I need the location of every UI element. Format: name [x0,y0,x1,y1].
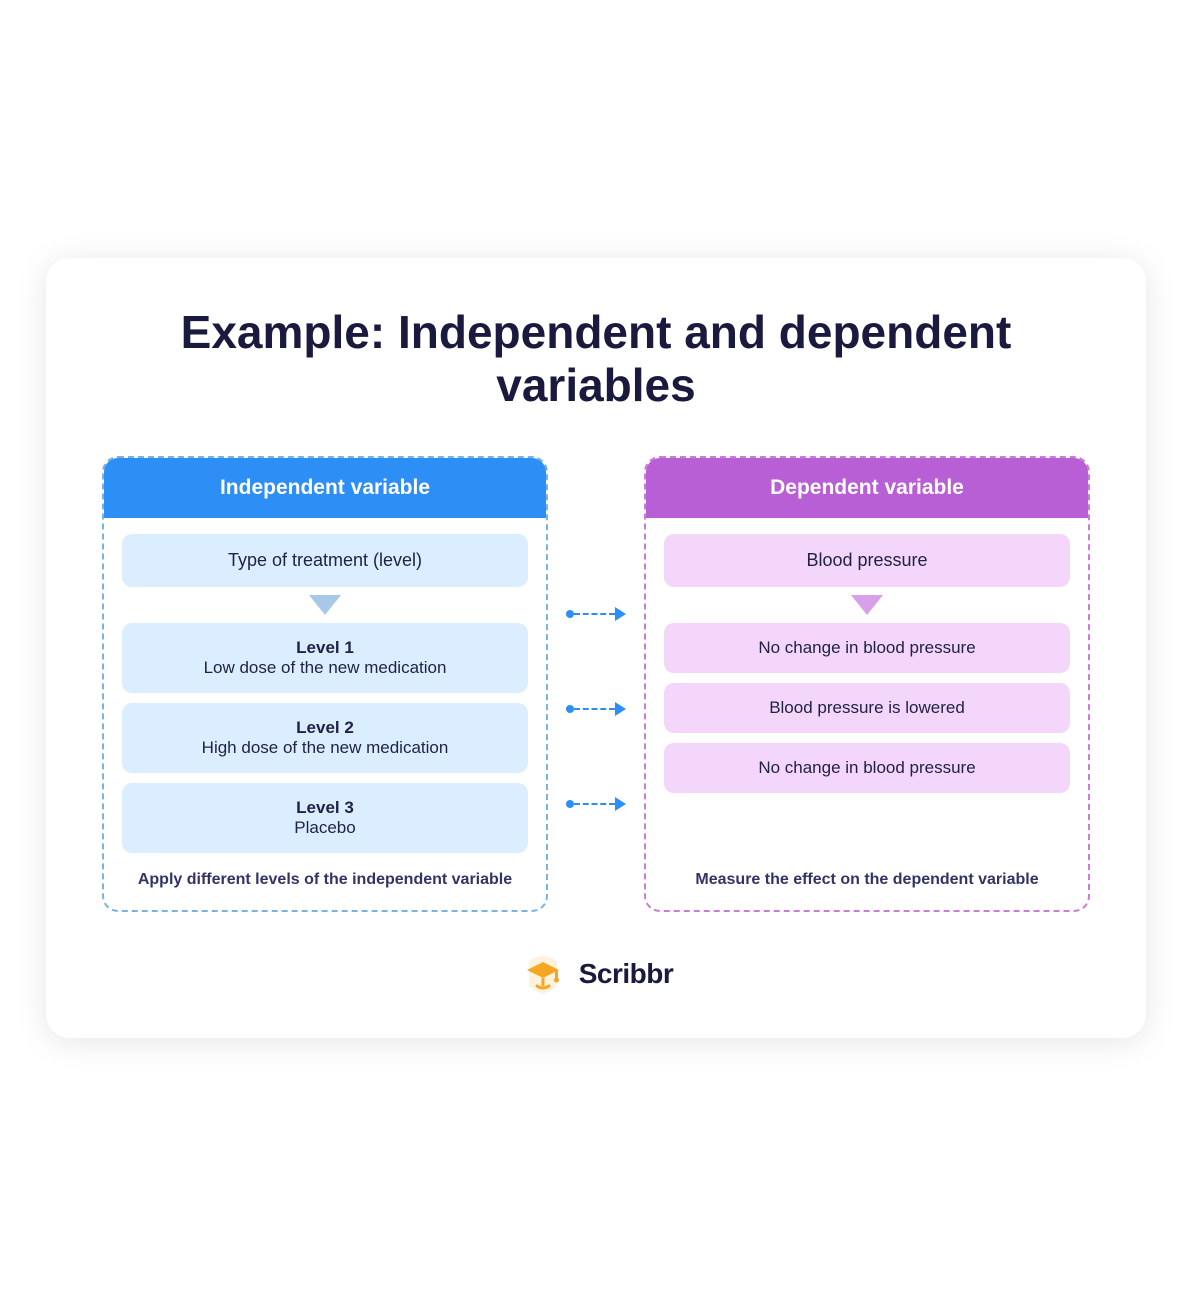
arrowhead-2 [615,702,626,716]
dot-2 [566,705,574,713]
scribbr-logo-icon [519,950,567,998]
result-3-box: No change in blood pressure [664,743,1070,793]
dot-3 [566,800,574,808]
level-2-box: Level 2 High dose of the new medication [122,703,528,773]
main-card: Example: Independent and dependent varia… [46,258,1146,1037]
dashed-line-2 [574,708,615,710]
arrowhead-3 [615,797,626,811]
down-arrow-icon [309,595,341,615]
treatment-type-box: Type of treatment (level) [122,534,528,587]
left-panel-footer: Apply different levels of the independen… [104,853,546,909]
left-panel: Independent variable Type of treatment (… [102,456,548,911]
diagram-layout: Independent variable Type of treatment (… [102,456,1090,911]
level-2-label: Level 2 [134,718,516,738]
right-panel: Dependent variable Blood pressure No cha… [644,456,1090,911]
level-3-desc: Placebo [294,818,355,837]
connector-middle [566,456,626,911]
level-1-box: Level 1 Low dose of the new medication [122,623,528,693]
connector-arrow-3 [566,797,626,811]
results-list: No change in blood pressure Blood pressu… [646,623,1088,853]
dashed-line-3 [574,803,615,805]
dashed-line-1 [574,613,615,615]
levels-list: Level 1 Low dose of the new medication L… [104,623,546,853]
blood-pressure-type-box: Blood pressure [664,534,1070,587]
level-3-label: Level 3 [134,798,516,818]
page-title: Example: Independent and dependent varia… [102,306,1090,412]
level-1-desc: Low dose of the new medication [204,658,447,677]
arrowhead-1 [615,607,626,621]
scribbr-name: Scribbr [579,958,674,990]
result-1-box: No change in blood pressure [664,623,1070,673]
right-panel-footer: Measure the effect on the dependent vari… [646,853,1088,909]
connector-arrow-1 [566,607,626,621]
level-2-desc: High dose of the new medication [202,738,449,757]
connector-arrow-2 [566,702,626,716]
scribbr-footer: Scribbr [102,950,1090,998]
left-down-arrow [104,595,546,615]
down-arrow-purple-icon [851,595,883,615]
independent-variable-header: Independent variable [104,458,546,518]
level-3-box: Level 3 Placebo [122,783,528,853]
dot-1 [566,610,574,618]
level-1-label: Level 1 [134,638,516,658]
dependent-variable-header: Dependent variable [646,458,1088,518]
right-down-arrow [646,595,1088,615]
result-2-box: Blood pressure is lowered [664,683,1070,733]
